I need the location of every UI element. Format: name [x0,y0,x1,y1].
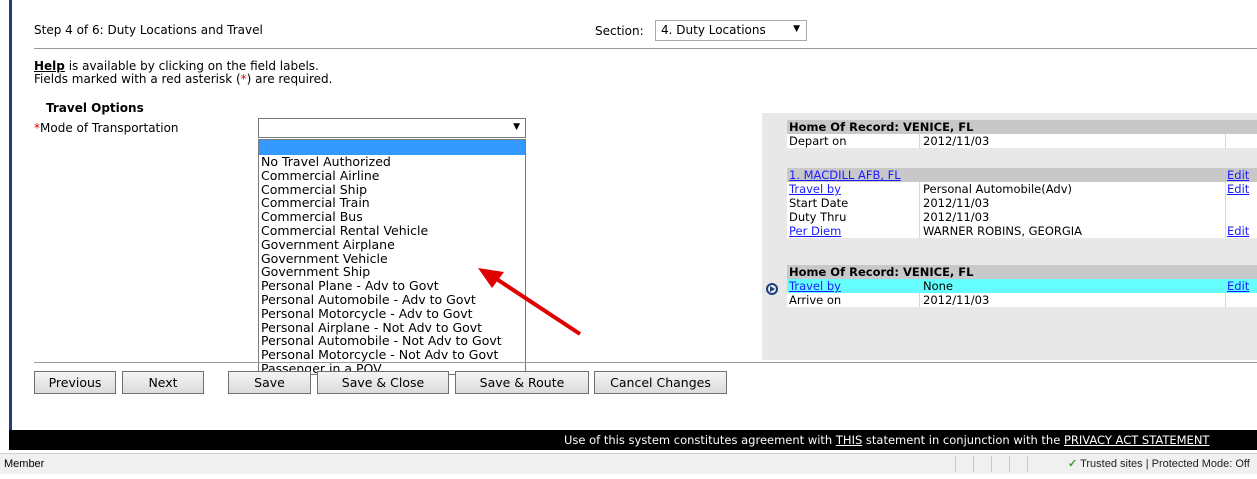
step-title: Step 4 of 6: Duty Locations and Travel [34,23,263,37]
security-zone[interactable]: ✓ Trusted sites | Protected Mode: Off [1068,454,1250,474]
footer-text-pre: Use of this system constitutes agreement… [564,433,836,447]
itinerary-row: Arrive on 2012/11/03 [787,293,1257,307]
privacy-act-link[interactable]: PRIVACY ACT STATEMENT [1064,433,1210,447]
chevron-down-icon: ▼ [513,122,520,132]
current-row-arrow-icon [766,283,778,295]
itinerary-row: Travel by Personal Automobile(Adv) Edit [787,182,1257,196]
red-arrow-annotation [478,268,582,336]
dropdown-option[interactable]: Personal Motorcycle - Not Adv to Govt [259,348,525,362]
status-left-text: Member [4,458,45,470]
cancel-changes-button[interactable]: Cancel Changes [594,371,727,394]
per-diem-edit-link[interactable]: Edit [1227,224,1249,238]
section-select-value: 4. Duty Locations [661,23,766,37]
left-accent-bar [9,0,12,430]
section-label: Section: [595,24,644,38]
save-button[interactable]: Save [228,371,311,394]
itinerary-home-row: Home Of Record: VENICE, FL [787,265,1257,279]
browser-status-bar: Member ✓ Trusted sites | Protected Mode:… [0,453,1257,474]
depart-on-value: 2012/11/03 [923,134,990,148]
mot-label-text: Mode of Transportation [40,121,179,135]
save-close-button[interactable]: Save & Close [317,371,449,394]
travel-by-value: None [923,279,954,293]
footer-statement: Use of this system constitutes agreement… [564,430,1209,450]
travel-by-edit-link[interactable]: Edit [1227,182,1249,196]
help-link[interactable]: Help [34,59,65,73]
mode-of-transportation-label[interactable]: *Mode of Transportation [34,121,179,135]
help-text-1: is available by clicking on the field la… [64,59,319,73]
itinerary-row: Start Date 2012/11/03 [787,196,1257,210]
dropdown-option[interactable]: Commercial Rental Vehicle [259,224,525,238]
status-cells [955,456,1045,479]
help-text-2a: Fields marked with a red asterisk ( [34,72,241,86]
top-divider [34,48,1257,49]
per-diem-value: WARNER ROBINS, GEORGIA [923,224,1083,238]
itinerary-stop-table: 1. MACDILL AFB, FL Edit Travel by Person… [787,168,1257,238]
security-zone-text: Trusted sites | Protected Mode: Off [1080,458,1250,470]
home-of-record-title: Home Of Record: VENICE, FL [789,120,974,134]
home-of-record-title: Home Of Record: VENICE, FL [789,265,974,279]
stop-edit-link[interactable]: Edit [1227,168,1249,182]
duty-thru-label: Duty Thru [789,210,847,224]
section-select[interactable]: 4. Duty Locations ▼ [655,20,807,41]
dropdown-option[interactable]: No Travel Authorized [259,155,525,169]
this-statement-link[interactable]: THIS [836,433,862,447]
check-icon: ✓ [1068,458,1078,470]
itinerary-home-row: Home Of Record: VENICE, FL [787,120,1257,134]
travel-by-link[interactable]: Travel by [789,279,841,293]
itinerary-row: Per Diem WARNER ROBINS, GEORGIA Edit [787,224,1257,238]
travel-by-value: Personal Automobile(Adv) [923,182,1072,196]
save-route-button[interactable]: Save & Route [455,371,589,394]
itinerary-row: Duty Thru 2012/11/03 [787,210,1257,224]
per-diem-link[interactable]: Per Diem [789,224,841,238]
travel-by-link[interactable]: Travel by [789,182,841,196]
help-text-2b: ) are required. [246,72,333,86]
dropdown-option[interactable]: Commercial Ship [259,182,525,197]
itinerary-table: Home Of Record: VENICE, FL Depart on 201… [787,120,1257,148]
dropdown-option[interactable]: Government Airplane [259,237,525,252]
chevron-down-icon: ▼ [793,24,800,34]
footer-bar: Use of this system constitutes agreement… [9,430,1257,450]
dropdown-option[interactable]: Commercial Train [259,196,525,210]
next-button[interactable]: Next [122,371,204,394]
dropdown-option[interactable]: Commercial Bus [259,210,525,224]
start-date-value: 2012/11/03 [923,196,990,210]
itinerary-row-current: Travel by None Edit [787,279,1257,293]
help-text: Help is available by clicking on the fie… [34,60,332,86]
previous-button[interactable]: Previous [34,371,116,394]
dropdown-option[interactable]: Commercial Airline [259,168,525,183]
arrive-on-value: 2012/11/03 [923,293,990,307]
dropdown-option-blank[interactable] [259,140,525,155]
itinerary-return-table: Home Of Record: VENICE, FL Travel by Non… [787,265,1257,307]
travel-options-heading: Travel Options [46,101,144,115]
duty-thru-value: 2012/11/03 [923,210,990,224]
itinerary-row: Depart on 2012/11/03 [787,134,1257,148]
footer-text-mid: statement in conjunction with the [862,433,1064,447]
depart-on-label: Depart on [789,134,847,148]
travel-by-edit-link[interactable]: Edit [1227,279,1249,293]
stop-row: 1. MACDILL AFB, FL Edit [787,168,1257,182]
start-date-label: Start Date [789,196,849,210]
bottom-divider [34,362,1257,363]
arrive-on-label: Arrive on [789,293,842,307]
mode-of-transportation-select[interactable]: ▼ [258,118,526,138]
stop-link[interactable]: 1. MACDILL AFB, FL [789,168,901,182]
